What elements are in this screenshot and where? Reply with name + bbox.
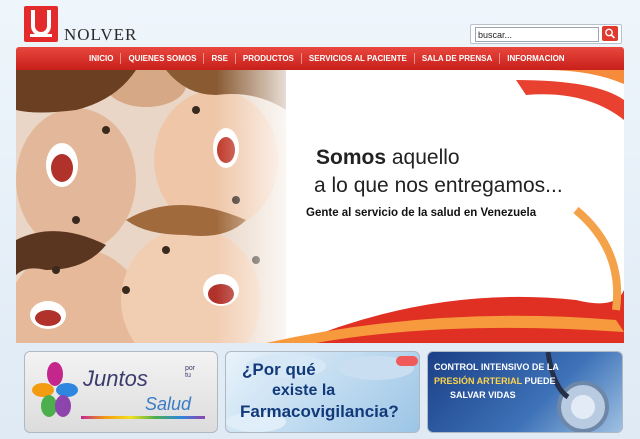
promo-presion-line-1: CONTROL INTENSIVO DE LA <box>434 362 559 372</box>
slogan-rest: aquello <box>386 146 460 169</box>
promo-farmaco-line-3: Farmacovigilancia? <box>240 402 399 421</box>
promo-presion-line-2: PRESIÓN ARTERIAL PUEDE <box>434 376 556 386</box>
nav-item-rse[interactable]: RSE <box>204 54 234 63</box>
brand-name[interactable]: NOLVER <box>64 25 137 45</box>
slogan-strong: Somos <box>316 146 387 169</box>
slogan-line-1: Somos aquello <box>316 146 616 170</box>
tagline: Gente al servicio de la salud en Venezue… <box>306 207 537 219</box>
search-button[interactable] <box>602 26 618 41</box>
site-header: NOLVER <box>0 0 640 47</box>
promo-farmaco-line-1: ¿Por qué <box>242 360 316 379</box>
promo-juntos-por-tu-salud[interactable]: Juntos por tu Salud <box>24 351 218 433</box>
promo-farmaco-line-2: existe la <box>272 382 336 399</box>
nav-item-inicio[interactable]: INICIO <box>82 54 120 63</box>
nav-item-quienes-somos[interactable]: QUIENES SOMOS <box>121 54 203 63</box>
hero-banner: Somos aquello a lo que nos entregamos...… <box>16 70 624 343</box>
nav-item-servicios-al-paciente[interactable]: SERVICIOS AL PACIENTE <box>302 54 414 63</box>
promo-juntos-por-tu: por tu <box>185 365 196 379</box>
promo-presion-puede: PUEDE <box>522 376 556 386</box>
nav-item-sala-de-prensa[interactable]: SALA DE PRENSA <box>415 54 499 63</box>
promo-farmacovigilancia[interactable]: ¿Por qué existe la Farmacovigilancia? <box>225 351 420 433</box>
promo-juntos-title: Juntos <box>83 366 148 391</box>
main-nav: INICIO QUIENES SOMOS RSE PRODUCTOS SERVI… <box>16 47 624 70</box>
promo-presion-highlight: PRESIÓN ARTERIAL <box>434 376 523 386</box>
slogan-line-2: a lo que nos entregamos... <box>314 174 563 197</box>
search-input[interactable] <box>475 27 599 42</box>
nav-item-informacion[interactable]: INFORMACION <box>500 54 571 63</box>
search-icon <box>605 28 616 39</box>
rainbow-line <box>81 416 205 419</box>
promo-presion-arterial[interactable]: CONTROL INTENSIVO DE LA PRESIÓN ARTERIAL… <box>427 351 623 433</box>
flower-logo-icon <box>32 362 78 417</box>
nav-item-productos[interactable]: PRODUCTOS <box>236 54 301 63</box>
search-box <box>470 24 622 44</box>
nolver-logo-icon[interactable] <box>24 6 58 42</box>
promo-presion-line-3: SALVAR VIDAS <box>450 390 516 400</box>
promo-juntos-salud: Salud <box>145 394 192 414</box>
